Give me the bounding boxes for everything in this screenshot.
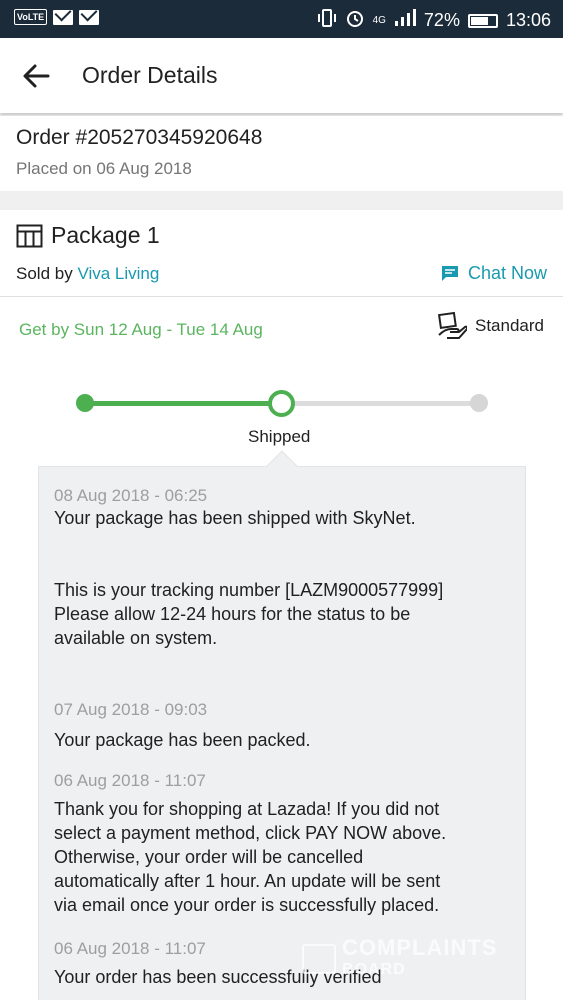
order-date: Placed on 06 Aug 2018 (16, 159, 192, 178)
delivery-estimate: Get by Sun 12 Aug - Tue 14 Aug (19, 320, 263, 339)
app-bar: Order Details (0, 38, 563, 113)
package-title: Package 1 (51, 222, 160, 248)
order-summary: Order #205270345920648 Placed on 06 Aug … (0, 116, 563, 191)
event-time: 06 Aug 2018 - 11:07 (54, 771, 206, 790)
arrow-left-icon (23, 64, 50, 88)
signal-icon (394, 9, 416, 32)
event-time: 08 Aug 2018 - 06:25 (54, 486, 208, 505)
sold-by-label: Sold by (16, 264, 78, 283)
network-label: 4G (372, 15, 386, 26)
step-shipped-dot (268, 390, 295, 417)
current-step-label: Shipped (248, 427, 311, 446)
battery-icon (467, 13, 498, 28)
package-header: Package 1 (16, 222, 160, 249)
event-time: 07 Aug 2018 - 09:03 (54, 700, 208, 719)
progress-fill (84, 401, 282, 406)
status-bar: VoLTE 4G 72% 13:06 (0, 0, 563, 38)
order-number: Order #205270345920648 (16, 126, 263, 149)
vibrate-icon (317, 8, 337, 33)
event-message: Your package has been shipped with SkyNe… (54, 508, 444, 648)
seller-link[interactable]: Viva Living (77, 264, 159, 283)
chat-now-label: Chat Now (467, 263, 547, 283)
shipping-type: Standard (437, 311, 544, 341)
package-card: Package 1 Sold by Viva Living Chat Now G… (0, 210, 563, 1000)
step-ordered-dot (76, 394, 94, 412)
clock: 13:06 (505, 10, 551, 30)
shipping-type-label: Standard (475, 316, 544, 335)
tracking-timeline: 08 Aug 2018 - 06:25 Your package has bee… (38, 466, 526, 1000)
alarm-icon (345, 8, 365, 33)
event-message: Your order has been successfully verifie… (54, 967, 382, 987)
mail-icon (53, 9, 74, 25)
package-icon (16, 224, 43, 247)
event-message: Your package has been packed. (54, 730, 311, 750)
delivery-hand-icon (437, 311, 467, 339)
timeline-event: 08 Aug 2018 - 06:25 Your package has bee… (54, 486, 514, 650)
event-time: 06 Aug 2018 - 11:07 (54, 939, 206, 958)
divider (0, 296, 563, 297)
mail-icon-2 (79, 9, 100, 25)
battery-percent: 72% (423, 10, 460, 30)
timeline-event: 07 Aug 2018 - 09:03 Your package has bee… (54, 700, 514, 752)
timeline-event: 06 Aug 2018 - 11:07 Thank you for shoppi… (54, 771, 514, 917)
page-title: Order Details (82, 62, 218, 88)
volte-icon: VoLTE (14, 9, 48, 25)
timeline-event: 06 Aug 2018 - 11:07 Your order has been … (54, 939, 514, 989)
seller-line: Sold by Viva Living (16, 264, 159, 284)
chat-now-button[interactable]: Chat Now (440, 263, 547, 284)
step-delivered-dot (470, 394, 488, 412)
event-message: Thank you for shopping at Lazada! If you… (54, 799, 447, 915)
back-button[interactable] (18, 58, 54, 94)
chat-icon (441, 265, 458, 281)
